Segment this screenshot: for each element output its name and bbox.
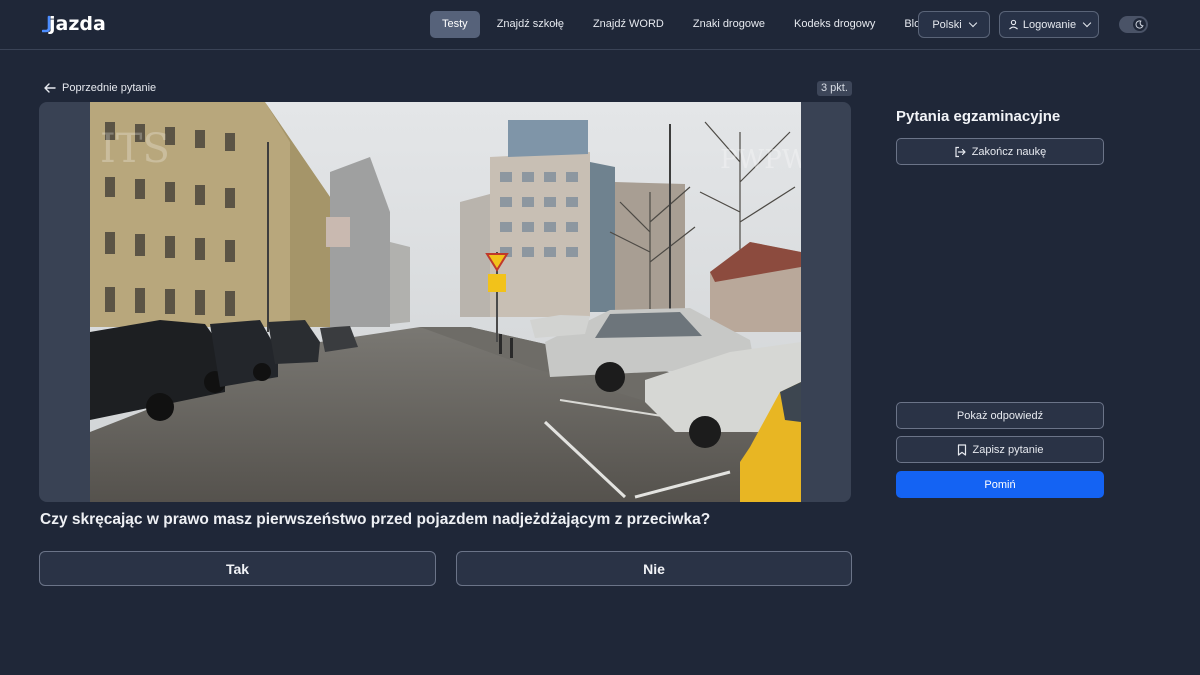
end-learning-label: Zakończ naukę: [971, 145, 1047, 158]
svg-text:ITS: ITS: [100, 126, 170, 172]
language-select[interactable]: Polski: [918, 11, 990, 38]
theme-toggle-knob: [1133, 18, 1146, 31]
user-icon: [1008, 19, 1018, 30]
moon-icon: [1135, 20, 1144, 29]
nav-item-znajdz-word[interactable]: Znajdź WORD: [581, 11, 676, 38]
question-photo: ITS PWPW: [90, 102, 801, 502]
question-text: Czy skręcając w prawo masz pierwszeństwo…: [40, 511, 711, 528]
language-label: Polski: [932, 18, 962, 31]
logo[interactable]: jazda: [42, 12, 106, 36]
previous-question-link[interactable]: Poprzednie pytanie: [44, 80, 156, 96]
nav-item-znajdz-szkole[interactable]: Znajdź szkołę: [485, 11, 576, 38]
arrow-left-icon: [44, 83, 56, 93]
points-badge: 3 pkt.: [817, 81, 852, 96]
svg-text:PWPW: PWPW: [720, 145, 801, 175]
answer-no-button[interactable]: Nie: [456, 551, 852, 586]
show-answer-label: Pokaż odpowiedź: [956, 409, 1044, 422]
logout-icon: [955, 146, 966, 157]
top-navbar: jazda Testy Znajdź szkołę Znajdź WORD Zn…: [0, 0, 1200, 50]
chevron-down-icon: [1082, 18, 1092, 27]
skip-label: Pomiń: [984, 478, 1016, 491]
bookmark-icon: [957, 443, 966, 456]
show-answer-button[interactable]: Pokaż odpowiedź: [896, 402, 1104, 429]
theme-toggle[interactable]: [1119, 16, 1148, 33]
login-label: Logowanie: [1022, 18, 1077, 31]
logo-text: jazda: [49, 13, 106, 35]
chevron-down-icon: [968, 18, 977, 27]
nav-item-znaki-drogowe[interactable]: Znaki drogowe: [681, 11, 777, 38]
answer-yes-button[interactable]: Tak: [39, 551, 436, 586]
sidebar-title: Pytania egzaminacyjne: [896, 108, 1061, 125]
save-question-button[interactable]: Zapisz pytanie: [896, 436, 1104, 463]
skip-button[interactable]: Pomiń: [896, 471, 1104, 498]
main-nav: Testy Znajdź szkołę Znajdź WORD Znaki dr…: [430, 11, 943, 38]
question-media: ITS PWPW: [39, 102, 851, 502]
previous-question-label: Poprzednie pytanie: [62, 82, 157, 94]
nav-item-testy[interactable]: Testy: [430, 11, 480, 38]
login-button[interactable]: Logowanie: [999, 11, 1099, 38]
nav-item-kodeks-drogowy[interactable]: Kodeks drogowy: [782, 11, 887, 38]
end-learning-button[interactable]: Zakończ naukę: [896, 138, 1104, 165]
save-question-label: Zapisz pytanie: [972, 443, 1044, 456]
